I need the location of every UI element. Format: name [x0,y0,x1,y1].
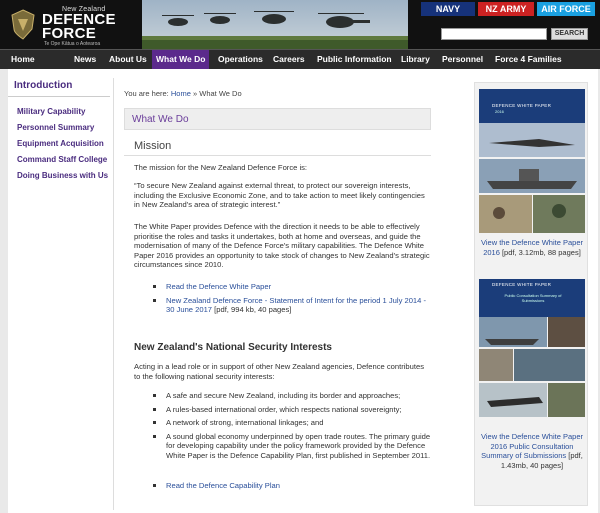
list-item: A safe and secure New Zealand, including… [153,391,433,401]
white-paper-caption: View the Defence White Paper 2016 [pdf, … [478,238,586,257]
security-intro: Acting in a lead role or in support of o… [134,362,424,381]
nav-operations[interactable]: Operations [218,50,263,69]
mission-intro: The mission for the New Zealand Defence … [134,163,308,172]
sidebar-item-military-capability[interactable]: Military Capability [8,107,110,117]
nav-public-information[interactable]: Public Information [317,50,392,69]
consultation-cover[interactable]: DEFENCE WHITE PAPER Public Consultation … [479,279,585,419]
navy-link[interactable]: NAVY [421,2,475,16]
logo-tagline: Te Ope Kātua o Aotearoa [44,41,101,47]
logo-line-2: FORCE [42,25,96,42]
sidebar-item-command-staff-college[interactable]: Command Staff College [8,155,110,165]
mission-links: Read the Defence White Paper New Zealand… [153,282,433,319]
list-item: A sound global economy underpinned by op… [153,432,433,461]
security-heading: New Zealand's National Security Interest… [134,342,332,353]
nav-careers[interactable]: Careers [273,50,305,69]
list-item: A network of strong, international linka… [153,418,433,428]
white-paper-meta: [pdf, 3.12mb, 88 pages] [499,247,581,257]
nav-personnel[interactable]: Personnel [442,50,483,69]
security-interests-list: A safe and secure New Zealand, including… [153,391,433,464]
sidebar-item-personnel-summary[interactable]: Personnel Summary [8,123,110,133]
list-item: A rules-based international order, which… [153,405,433,415]
crest-icon [11,9,35,40]
cover-title-text: DEFENCE WHITE PAPER [492,103,552,108]
nav-home[interactable]: Home [11,50,35,69]
search-button[interactable]: SEARCH [551,28,588,40]
sidebar-title: Introduction [8,80,110,97]
white-paper-cover-photos [479,123,585,233]
nav-library[interactable]: Library [401,50,430,69]
nav-force-4-families[interactable]: Force 4 Families [495,50,562,69]
breadcrumb-home[interactable]: Home [171,89,191,98]
consultation-cover-title: DEFENCE WHITE PAPER Public Consultation … [479,279,585,317]
mission-heading: Mission [134,140,172,152]
statement-of-intent-meta: [pdf, 994 kb, 40 pages] [212,305,292,314]
breadcrumb-current: What We Do [199,89,242,98]
air-force-link[interactable]: AIR FORCE [537,2,595,16]
list-item: Read the Defence Capability Plan [153,481,433,491]
sidebar-divider [113,78,114,510]
white-paper-cover-title: DEFENCE WHITE PAPER 2016 [479,89,585,123]
capability-plan-links: Read the Defence Capability Plan [153,481,433,495]
white-paper-link[interactable]: Read the Defence White Paper [166,282,271,291]
sidebar: Introduction Military Capability Personn… [8,80,112,187]
header-banner-image [142,0,408,49]
list-item: New Zealand Defence Force - Statement of… [153,296,433,315]
logo-title: DEFENCE FORCE [42,12,116,42]
cover-title-text: DEFENCE WHITE PAPER [492,282,552,287]
breadcrumb-prefix: You are here: [124,89,169,98]
main-nav: Home News About Us What We Do Operations… [0,49,600,69]
mission-quote: “To secure New Zealand against external … [134,181,425,209]
consultation-caption: View the Defence White Paper 2016 Public… [478,432,586,470]
search-input[interactable] [441,28,547,40]
section-header: What We Do [124,108,431,130]
site-logo[interactable]: New Zealand DEFENCE FORCE Te Ope Kātua o… [6,3,136,47]
site-header: New Zealand DEFENCE FORCE Te Ope Kātua o… [0,0,600,49]
breadcrumb-separator: » [192,89,198,98]
white-paper-paragraph: The White Paper provides Defence with th… [134,222,430,269]
army-link[interactable]: NZ ARMY [478,2,534,16]
mission-divider [124,155,431,156]
statement-of-intent-link[interactable]: New Zealand Defence Force - Statement of… [166,296,426,315]
sidebar-item-equipment-acquisition[interactable]: Equipment Acquisition [8,139,110,149]
nav-news[interactable]: News [74,50,96,69]
documents-panel: DEFENCE WHITE PAPER 2016 View the Defenc… [474,82,588,506]
capability-plan-link[interactable]: Read the Defence Capability Plan [166,481,280,490]
cover-year-text: 2016 [495,109,504,114]
nav-about-us[interactable]: About Us [109,50,147,69]
nav-what-we-do[interactable]: What We Do [152,50,210,69]
white-paper-cover[interactable]: DEFENCE WHITE PAPER 2016 [479,89,585,235]
breadcrumb: You are here: Home » What We Do [124,89,242,98]
consultation-cover-photos [479,317,585,417]
list-item: Read the Defence White Paper [153,282,433,292]
page-title: What We Do [132,114,189,125]
sidebar-item-doing-business[interactable]: Doing Business with Us [8,171,110,181]
cover-subtitle-text: Public Consultation Summary of Submissio… [504,293,562,303]
